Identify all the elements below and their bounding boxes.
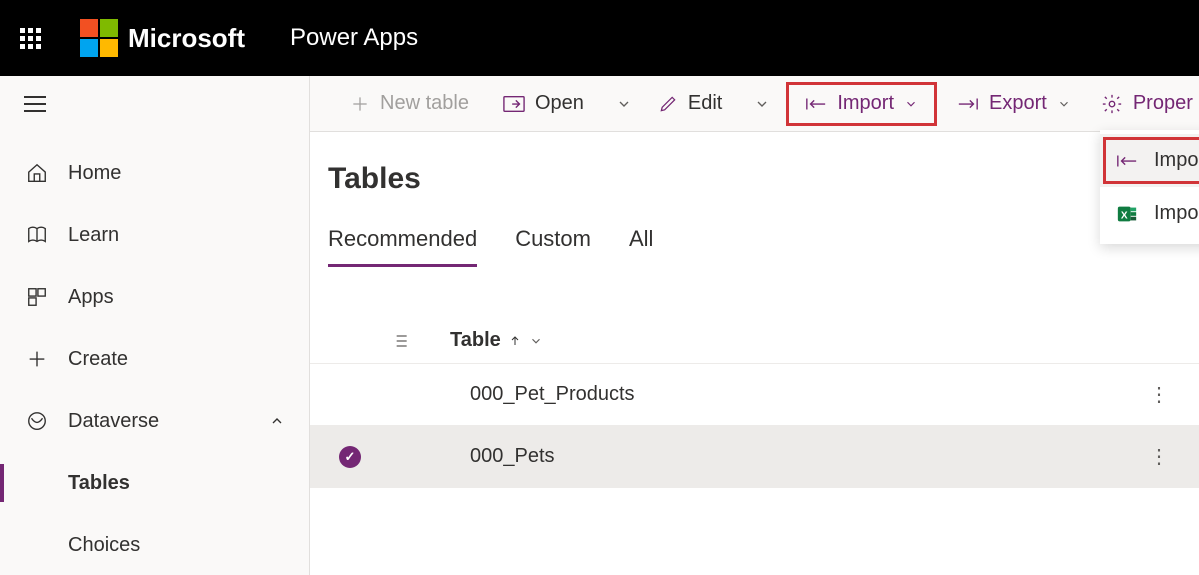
properties-button[interactable]: Proper [1091, 84, 1199, 124]
table-header-row: Table [310, 318, 1199, 364]
waffle-icon [20, 28, 41, 49]
home-icon [24, 160, 50, 186]
row-more-button[interactable]: ⋮ [1149, 444, 1169, 469]
sidebar-item-label: Learn [68, 224, 119, 247]
button-label: Import [837, 92, 894, 115]
sidebar-item-home[interactable]: Home [0, 142, 309, 204]
open-button[interactable]: Open [493, 84, 594, 124]
sidebar-subitem-label: Tables [68, 472, 130, 495]
sidebar-item-label: Home [68, 162, 121, 185]
column-header-table[interactable]: Table [450, 329, 543, 352]
microsoft-wordmark: Microsoft [128, 23, 245, 54]
import-button-highlight: Import [786, 82, 937, 126]
open-icon [503, 95, 525, 113]
book-icon [24, 222, 50, 248]
hamburger-icon [24, 96, 46, 112]
button-label: Export [989, 92, 1047, 115]
plus-icon [24, 346, 50, 372]
button-label: Proper [1133, 92, 1193, 115]
sidebar-item-apps[interactable]: Apps [0, 266, 309, 328]
sidebar-subitem-choices[interactable]: Choices [0, 514, 309, 575]
row-checkbox[interactable] [330, 446, 370, 468]
import-data-menuitem[interactable]: Import data [1100, 134, 1199, 187]
gear-icon [1101, 93, 1123, 115]
sidebar-item-dataverse[interactable]: Dataverse [0, 390, 309, 452]
table-cell-name[interactable]: 000_Pet_Products [470, 383, 635, 406]
tab-all[interactable]: All [629, 226, 653, 267]
sidebar-item-label: Dataverse [68, 410, 159, 433]
dataverse-icon [24, 408, 50, 434]
sidebar-subitem-label: Choices [68, 534, 140, 557]
app-launcher-button[interactable] [0, 28, 60, 49]
import-dropdown-menu: Import data X Import data from Excel [1100, 130, 1199, 244]
button-label: Edit [688, 92, 722, 115]
apps-icon [24, 284, 50, 310]
export-button[interactable]: Export [947, 84, 1081, 124]
export-icon [957, 96, 979, 112]
tab-custom[interactable]: Custom [515, 226, 591, 267]
menuitem-label: Import data [1154, 149, 1199, 172]
command-bar: New table Open Edit [310, 76, 1199, 132]
import-icon [805, 96, 827, 112]
tabs: Recommended Custom All [328, 226, 1181, 268]
sidebar-item-label: Create [68, 348, 128, 371]
app-name: Power Apps [290, 24, 418, 52]
excel-icon: X [1114, 203, 1140, 225]
button-label: New table [380, 92, 469, 115]
collapse-sidebar-button[interactable] [0, 86, 309, 122]
row-more-button[interactable]: ⋮ [1149, 382, 1169, 407]
sidebar-item-create[interactable]: Create [0, 328, 309, 390]
open-split-chevron[interactable] [606, 96, 642, 112]
new-table-button[interactable]: New table [340, 84, 479, 124]
list-icon[interactable] [390, 331, 430, 351]
sidebar: Home Learn Apps Create [0, 76, 310, 575]
table-row[interactable]: 000_Pet_Products ⋮ [310, 364, 1199, 426]
table-row[interactable]: 000_Pets ⋮ [310, 426, 1199, 488]
table-cell-name[interactable]: 000_Pets [470, 445, 555, 468]
chevron-up-icon [269, 413, 285, 429]
chevron-down-icon [1057, 97, 1071, 111]
sidebar-item-learn[interactable]: Learn [0, 204, 309, 266]
svg-text:X: X [1121, 210, 1128, 221]
sort-asc-icon [509, 334, 521, 348]
sidebar-item-label: Apps [68, 286, 114, 309]
chevron-down-icon [904, 97, 918, 111]
microsoft-logo: Microsoft [80, 19, 245, 57]
top-header: Microsoft Power Apps [0, 0, 1199, 76]
import-icon [1114, 153, 1140, 169]
pencil-icon [658, 94, 678, 114]
page-title: Tables [328, 162, 1181, 196]
import-excel-menuitem[interactable]: X Import data from Excel [1100, 187, 1199, 240]
chevron-down-icon [529, 334, 543, 348]
menuitem-label: Import data from Excel [1154, 202, 1199, 225]
plus-icon [350, 94, 370, 114]
edit-split-chevron[interactable] [744, 96, 780, 112]
tab-recommended[interactable]: Recommended [328, 226, 477, 267]
button-label: Open [535, 92, 584, 115]
microsoft-logo-icon [80, 19, 118, 57]
checked-icon [339, 446, 361, 468]
edit-button[interactable]: Edit [648, 84, 732, 124]
import-button[interactable]: Import [795, 84, 928, 124]
sidebar-subitem-tables[interactable]: Tables [0, 452, 309, 514]
